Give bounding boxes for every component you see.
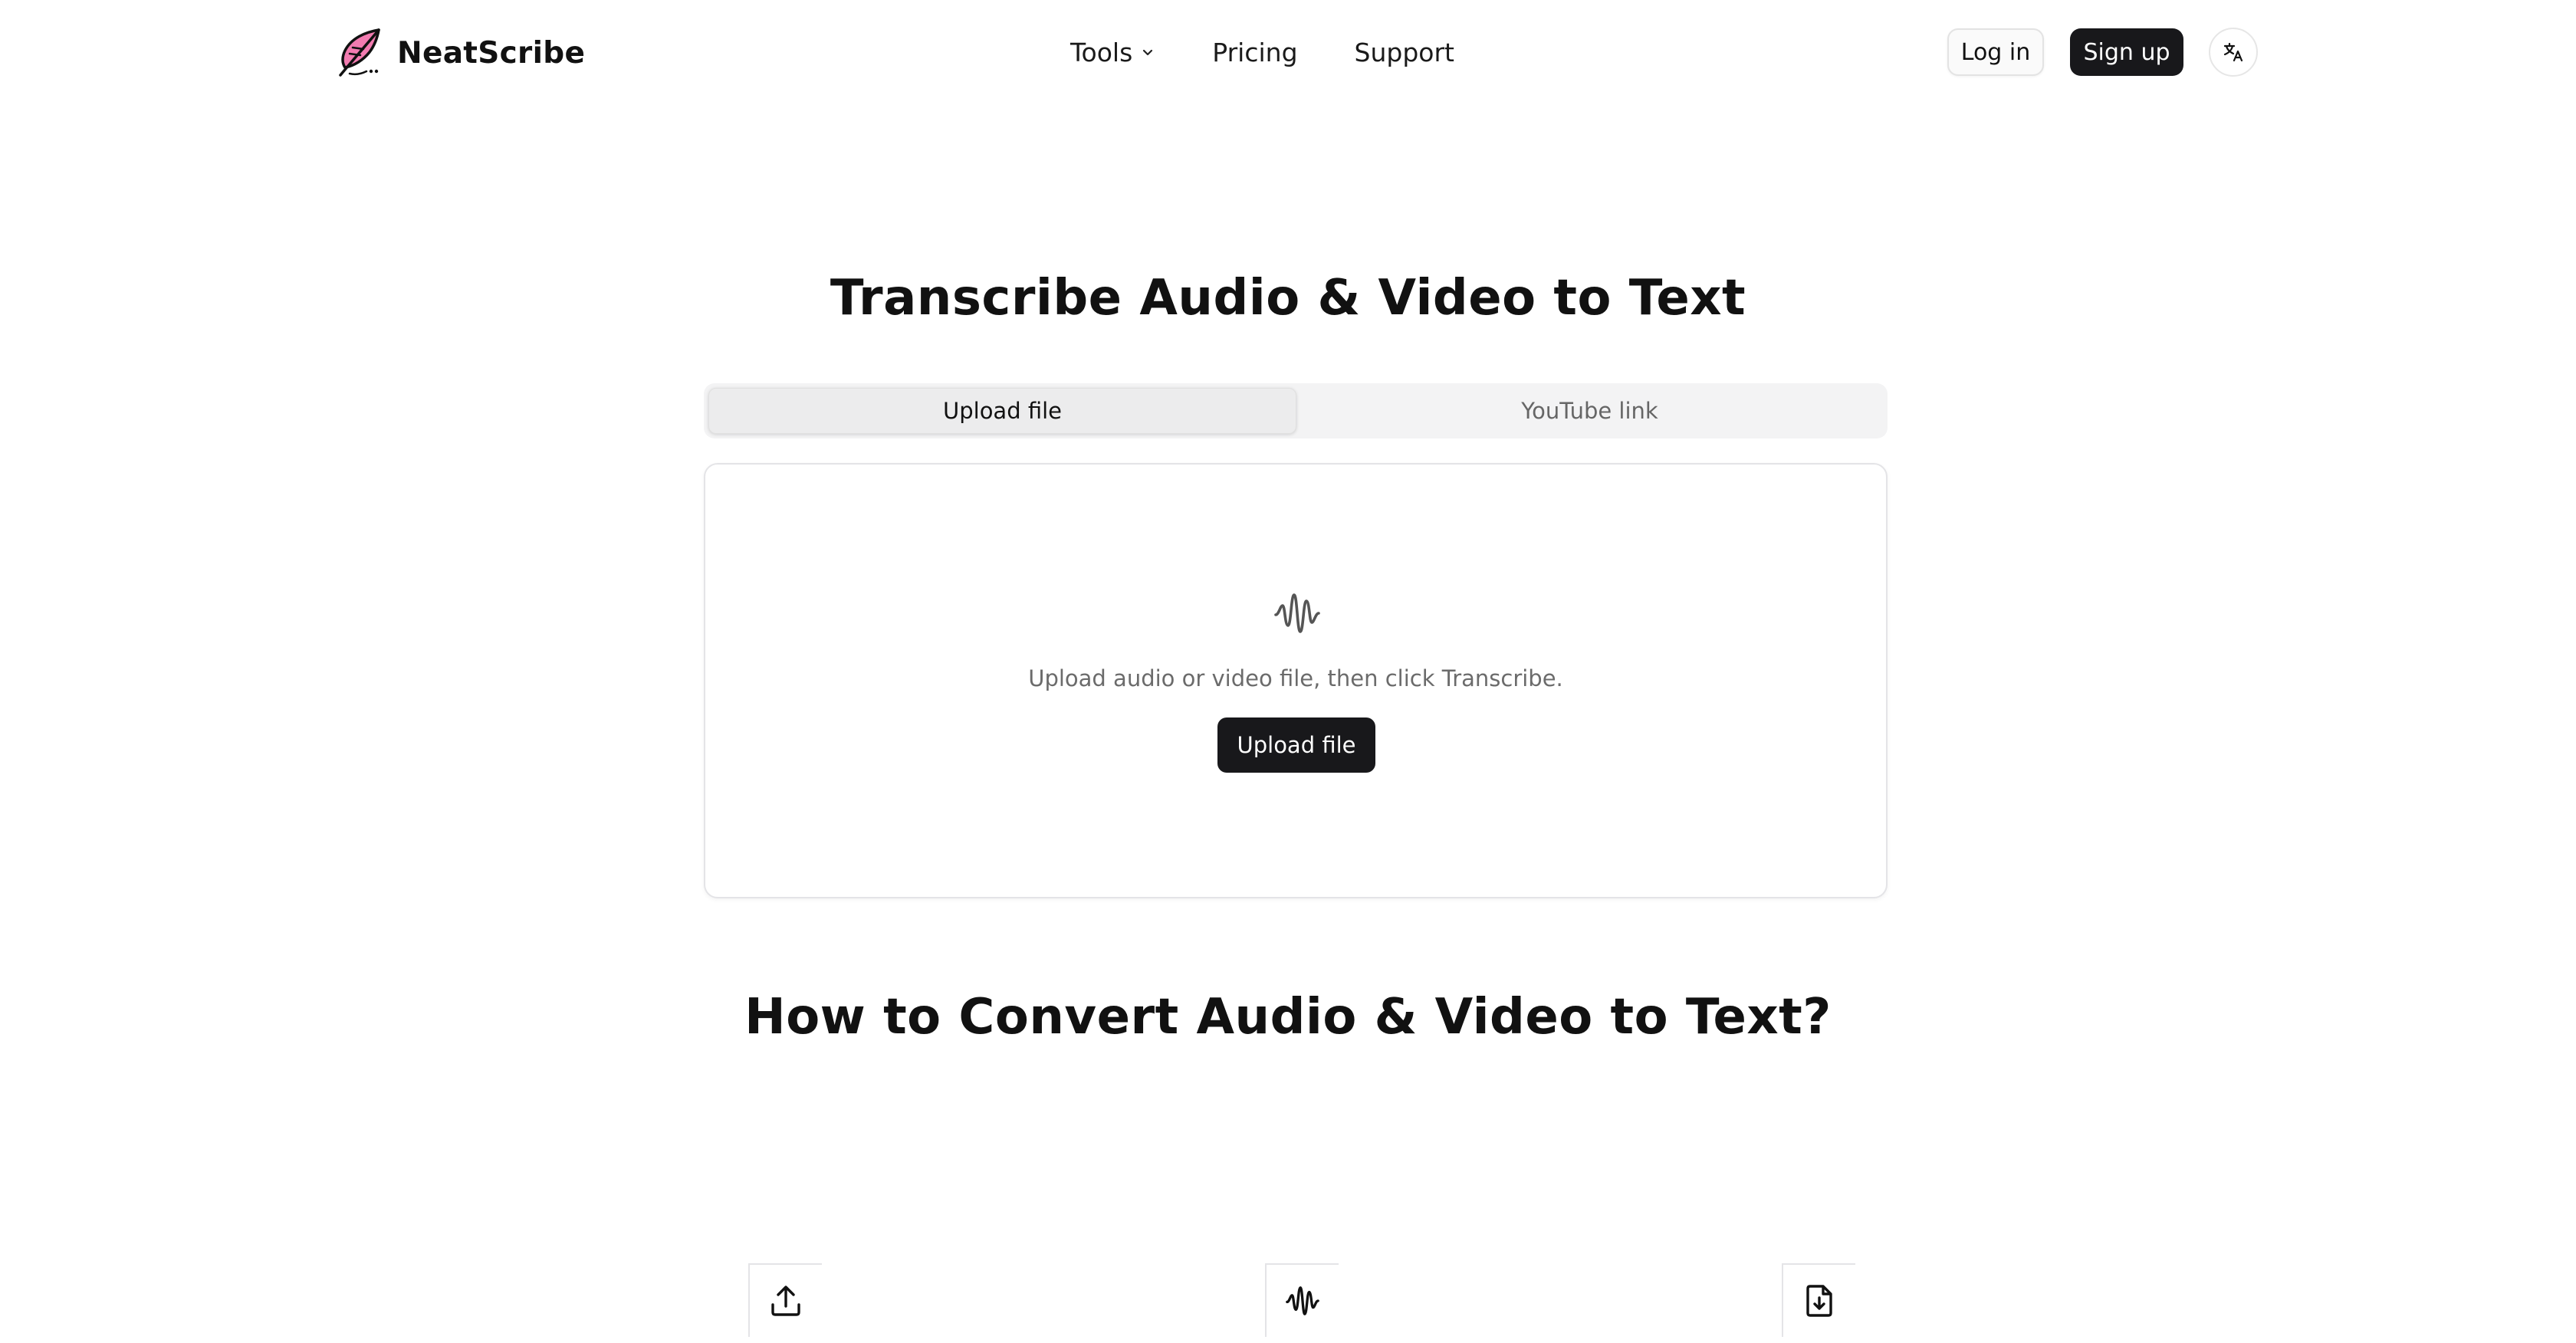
tab-upload-file[interactable]: Upload file (708, 388, 1296, 434)
nav-support-link[interactable]: Support (1355, 38, 1454, 67)
brand-name: NeatScribe (397, 35, 586, 71)
feather-quill-icon (339, 28, 380, 77)
step-download-card (1782, 1263, 1855, 1337)
nav-tools-dropdown[interactable]: Tools (1070, 38, 1155, 67)
login-button[interactable]: Log in (1947, 28, 2044, 76)
file-download-icon (1806, 1285, 1832, 1317)
audio-waveform-icon (1274, 593, 1320, 633)
dropzone-instruction: Upload audio or video file, then click T… (1028, 665, 1563, 691)
step-upload-card (748, 1263, 822, 1337)
audio-waveform-icon (1286, 1286, 1319, 1315)
nav-support-label: Support (1354, 37, 1454, 67)
input-source-tabs: Upload file YouTube link (704, 383, 1888, 438)
nav-pricing-link[interactable]: Pricing (1212, 38, 1297, 67)
nav-tools-label: Tools (1070, 37, 1133, 67)
brand-logo-link[interactable]: NeatScribe (334, 26, 585, 80)
language-button[interactable] (2209, 28, 2258, 77)
step-transcribe-card (1265, 1263, 1339, 1337)
translate-icon (2223, 42, 2243, 62)
upload-icon (771, 1286, 800, 1316)
upload-file-button[interactable]: Upload file (1217, 717, 1375, 773)
tab-youtube-link[interactable]: YouTube link (1296, 388, 1883, 434)
page-title: Transcribe Audio & Video to Text (830, 270, 1746, 327)
site-header: NeatScribe Tools Pricing Support Log in … (0, 0, 2576, 104)
main-nav: Tools Pricing Support (1070, 31, 1454, 74)
chevron-down-icon (1143, 49, 1153, 56)
signup-button[interactable]: Sign up (2070, 28, 2183, 76)
howto-title: How to Convert Audio & Video to Text? (744, 989, 1832, 1046)
nav-pricing-label: Pricing (1212, 37, 1298, 67)
file-dropzone[interactable]: Upload audio or video file, then click T… (704, 463, 1888, 898)
